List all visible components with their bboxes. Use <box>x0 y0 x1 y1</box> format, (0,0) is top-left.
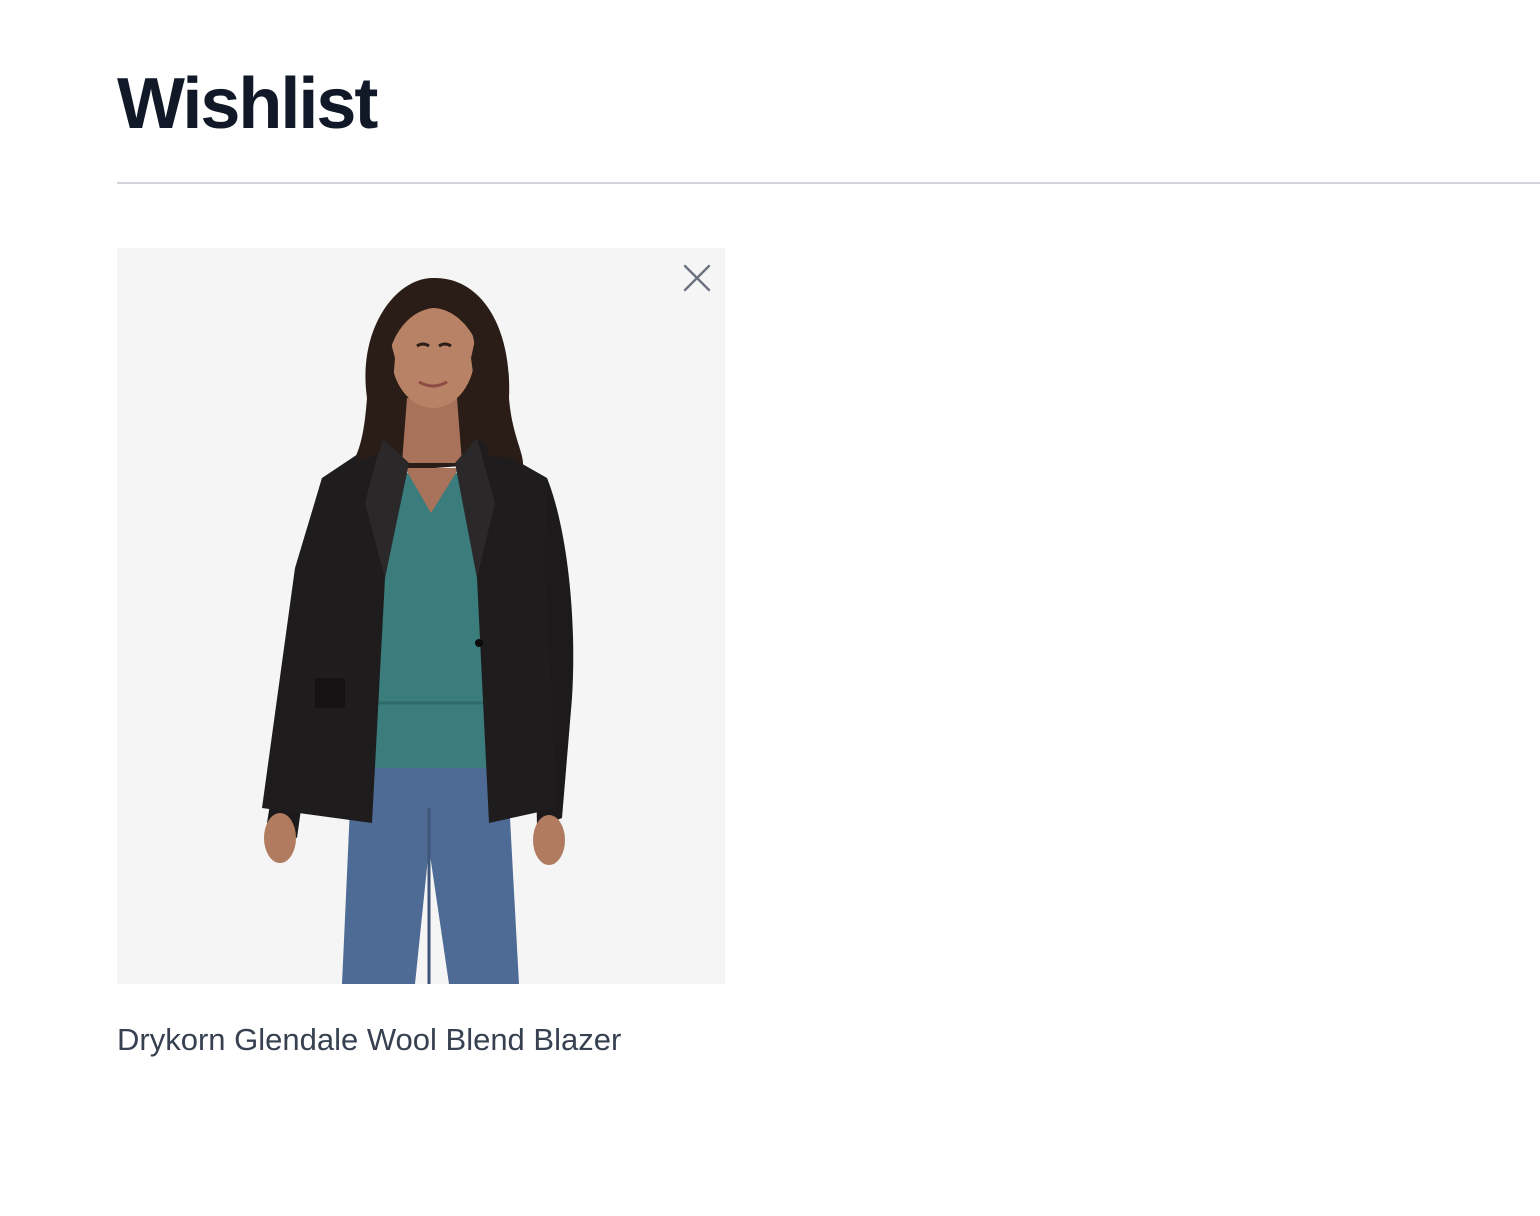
product-photo-image <box>117 248 725 984</box>
wishlist-page: Wishlist Drykorn Glendale Wool Blend Bla… <box>0 0 1540 1216</box>
wishlist-item-card: Drykorn Glendale Wool Blend Blazer <box>117 248 725 1057</box>
close-icon <box>683 264 711 292</box>
title-divider <box>117 182 1540 184</box>
product-name-link[interactable]: Drykorn Glendale Wool Blend Blazer <box>117 1020 621 1060</box>
remove-from-wishlist-button[interactable] <box>677 258 717 298</box>
page-title: Wishlist <box>117 64 378 144</box>
product-image-link[interactable] <box>117 248 725 984</box>
